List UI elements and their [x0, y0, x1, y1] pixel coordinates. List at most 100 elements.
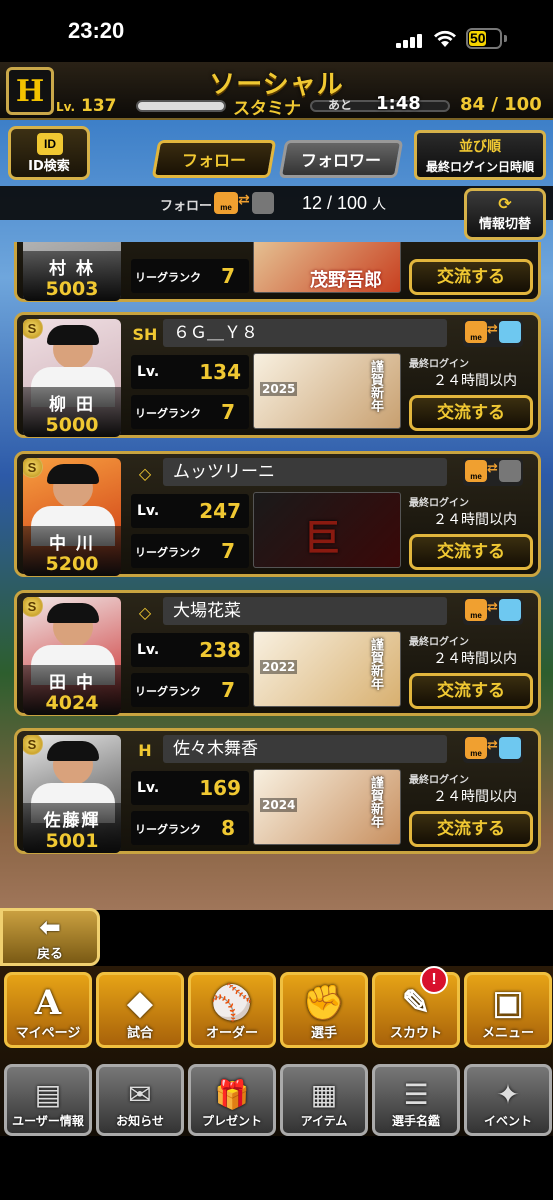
scout-notification-badge: !: [420, 966, 448, 994]
follow-status-icon: me ⇄: [463, 597, 523, 625]
profile-banner: 巨: [253, 492, 401, 568]
stamina-value: 84 / 100: [460, 94, 542, 115]
last-login-label: 最終ログイン: [409, 637, 469, 648]
exp-bar: [136, 100, 226, 112]
nav-sub-label: お知らせ: [116, 1114, 164, 1128]
me-icon: me: [214, 192, 238, 214]
id-search-icon: ID: [37, 133, 63, 155]
exchange-button[interactable]: 交流する: [409, 534, 533, 570]
nav-sub-5[interactable]: ✦ イベント: [464, 1064, 552, 1136]
sort-order-button[interactable]: 並び順 最終ログイン日時順: [414, 130, 546, 180]
nav-sub-icon: ☰: [403, 1078, 429, 1111]
player-photo[interactable]: S 中 川 5200: [23, 458, 121, 576]
player-name: 村 林: [49, 259, 95, 279]
level-box: Lv. 238: [131, 633, 249, 667]
nav-sub-2[interactable]: 🎁 プレゼント: [188, 1064, 276, 1136]
signal-icon: [396, 34, 424, 48]
username: 大場花菜: [163, 597, 447, 625]
last-login-value: ２４時間以内: [433, 651, 517, 667]
friend-card: S 中 川 5200 ◇ ムッツリーニ me ⇄ Lv. 247 リーグランク 7 巨 …: [14, 451, 541, 577]
player-name: 佐藤輝: [43, 811, 101, 831]
player-power: 5200: [45, 553, 99, 575]
rarity-badge-icon: S: [23, 735, 43, 755]
exchange-button[interactable]: 交流する: [409, 259, 533, 295]
nav-main-2[interactable]: ⚾ オーダー: [188, 972, 276, 1048]
nav-sub-icon: 🎁: [214, 1078, 250, 1111]
nav-sub-label: プレゼント: [201, 1114, 262, 1128]
tab-follow[interactable]: フォロー: [151, 140, 277, 178]
follow-status-icon: me ⇄: [463, 735, 523, 763]
exchange-button[interactable]: 交流する: [409, 395, 533, 431]
tab-follower[interactable]: フォロワー: [278, 140, 404, 178]
exchange-button[interactable]: 交流する: [409, 673, 533, 709]
stamina-time: 1:48: [376, 93, 421, 114]
stamina-ato: あと: [328, 98, 353, 112]
hawks-icon: SH: [132, 324, 158, 344]
clock: 23:20: [68, 18, 125, 43]
info-switch-button[interactable]: ⟳ 情報切替: [464, 188, 546, 240]
tigers-icon: H: [138, 740, 152, 760]
player-power: 5001: [45, 830, 99, 852]
level-box: Lv. 169: [131, 771, 249, 805]
nav-sub-4[interactable]: ☰ 選手名鑑: [372, 1064, 460, 1136]
player-photo[interactable]: S 柳 田 5000: [23, 319, 121, 437]
nav-main-5[interactable]: ▣ メニュー: [464, 972, 552, 1048]
wifi-icon: [434, 30, 456, 47]
league-rank-box: リーグランク 7: [131, 673, 249, 707]
giants-icon: ◇: [138, 463, 152, 483]
player-power: 5000: [45, 414, 99, 436]
nav-sub-1[interactable]: ✉ お知らせ: [96, 1064, 184, 1136]
giants-icon: ◇: [138, 602, 152, 622]
partner-icon: [499, 599, 521, 621]
nav-main-3[interactable]: ✊ 選手: [280, 972, 368, 1048]
team-logo-icon[interactable]: H: [6, 67, 54, 115]
nav-main-label: マイページ: [15, 1026, 81, 1041]
rarity-badge-icon: S: [23, 319, 43, 339]
partner-icon: [499, 321, 521, 343]
player-name: 柳 田: [49, 395, 95, 415]
nav-sub-icon: ▤: [34, 1078, 62, 1111]
home-indicator-area: [0, 1136, 553, 1200]
player-photo[interactable]: S 田 中 4024: [23, 597, 121, 715]
back-button[interactable]: ⬅ 戻る: [0, 908, 100, 966]
follow-count-label: フォロー: [160, 199, 213, 214]
id-search-button[interactable]: ID ID検索: [8, 126, 90, 180]
banner-text: 謹賀新年: [368, 776, 383, 828]
me-icon: me: [465, 321, 487, 343]
last-login-value: ２４時間以内: [433, 512, 517, 528]
nav-sub-0[interactable]: ▤ ユーザー情報: [4, 1064, 92, 1136]
player-name: 中 川: [49, 534, 95, 554]
nav-main-0[interactable]: A マイページ: [4, 972, 92, 1048]
league-rank-box: リーグランク 7: [131, 259, 249, 293]
profile-banner: 2022 謹賀新年: [253, 631, 401, 707]
partner-icon: [499, 460, 521, 482]
player-power: 5003: [45, 278, 99, 300]
nav-main-icon: ◆: [126, 983, 154, 1023]
nav-sub-label: アイテム: [300, 1114, 348, 1128]
player-cap: [47, 325, 99, 345]
player-photo[interactable]: S 佐藤輝 5001: [23, 735, 121, 853]
banner-year: 2022: [260, 660, 298, 674]
rarity-badge-icon: S: [23, 597, 43, 617]
nav-main-label: 試合: [126, 1026, 153, 1041]
nav-sub-3[interactable]: ▦ アイテム: [280, 1064, 368, 1136]
last-login-value: ２４時間以内: [433, 789, 517, 805]
league-rank-box: リーグランク 7: [131, 534, 249, 568]
profile-banner: 2025 謹賀新年: [253, 353, 401, 429]
nav-main-1[interactable]: ◆ 試合: [96, 972, 184, 1048]
user-level: Lv. 137: [56, 96, 117, 116]
player-cap: [47, 464, 99, 484]
list-item-partial: 村 林 5003 リーグランク 7 茂野吾郎 交流する: [0, 242, 553, 302]
level-box: Lv. 247: [131, 494, 249, 528]
nav-sub-label: イベント: [483, 1114, 532, 1128]
player-photo[interactable]: 村 林 5003: [23, 242, 121, 301]
nav-main-icon: ▣: [491, 983, 525, 1023]
rarity-badge-icon: S: [23, 458, 43, 478]
nav-sub-icon: ✉: [128, 1078, 152, 1111]
follow-arrow-icon: ⇄: [238, 192, 250, 208]
nav-main-icon: A: [34, 983, 62, 1023]
follow-status-icon: me ⇄: [463, 458, 523, 486]
player-cap: [47, 741, 99, 761]
exchange-button[interactable]: 交流する: [409, 811, 533, 847]
nav-main-icon: ✊: [302, 983, 346, 1023]
